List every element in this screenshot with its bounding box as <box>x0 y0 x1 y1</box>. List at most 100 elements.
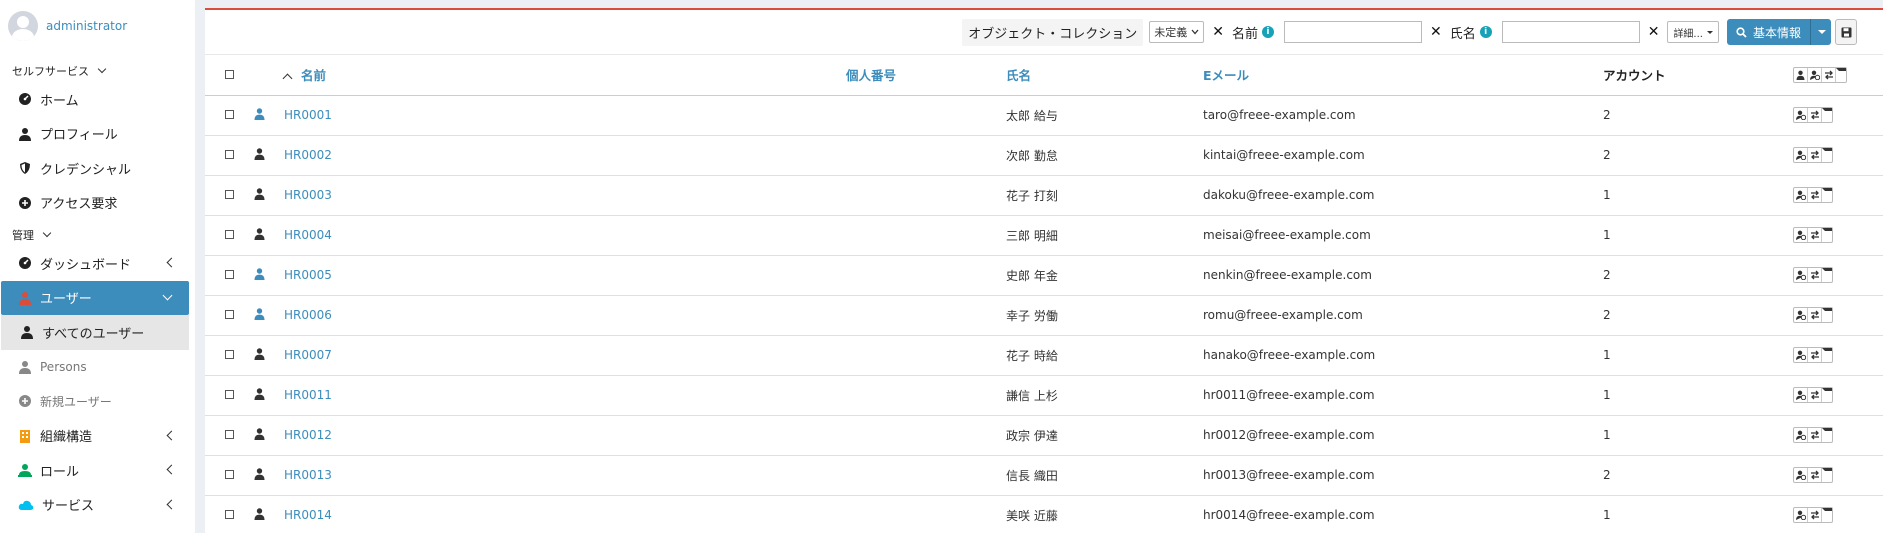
table-row[interactable]: HR0001 太郎 給与 taro@freee-example.com 2 <box>205 95 1883 136</box>
nav-credential[interactable]: クレデンシャル <box>0 151 195 186</box>
exchange-icon[interactable] <box>1808 188 1822 202</box>
caret-down-icon[interactable] <box>1822 508 1832 522</box>
user-lock-icon[interactable] <box>1794 508 1808 522</box>
row-checkbox[interactable] <box>225 230 234 239</box>
user-name-link[interactable]: HR0001 <box>284 108 332 122</box>
basic-info-dropdown-toggle[interactable] <box>1811 19 1831 45</box>
clear-fullname-icon[interactable]: ✕ <box>1648 24 1660 40</box>
details-dropdown[interactable]: 詳細... <box>1667 21 1719 43</box>
user-lock-icon[interactable] <box>1794 468 1808 482</box>
nav-persons[interactable]: Persons <box>0 350 195 385</box>
admin-header[interactable]: 管理 <box>0 224 195 246</box>
nav-users[interactable]: ユーザー <box>1 280 189 315</box>
col-header-email[interactable]: Eメール <box>1203 55 1603 96</box>
basic-info-button[interactable]: 基本情報 <box>1726 19 1831 45</box>
caret-down-icon[interactable] <box>1822 468 1832 482</box>
save-button[interactable] <box>1835 19 1857 45</box>
user-name-link[interactable]: HR0011 <box>284 388 332 402</box>
clear-collection-icon[interactable]: ✕ <box>1212 24 1224 40</box>
table-row[interactable]: HR0012 政宗 伊達 hr0012@freee-example.com 1 <box>205 415 1883 456</box>
row-checkbox[interactable] <box>225 470 234 479</box>
user-panel[interactable]: administrator <box>0 0 195 52</box>
caret-down-icon[interactable] <box>1822 388 1832 402</box>
clear-name-icon[interactable]: ✕ <box>1430 24 1442 40</box>
exchange-icon[interactable] <box>1808 228 1822 242</box>
caret-down-icon[interactable] <box>1836 67 1846 82</box>
user-name-link[interactable]: HR0005 <box>284 268 332 282</box>
user-lock-icon[interactable] <box>1794 348 1808 362</box>
table-row[interactable]: HR0011 謙信 上杉 hr0011@freee-example.com 1 <box>205 375 1883 416</box>
selfservice-header[interactable]: セルフサービス <box>0 60 195 82</box>
nav-role[interactable]: ロール <box>0 453 195 488</box>
info-icon[interactable]: i <box>1479 26 1492 38</box>
exchange-icon[interactable] <box>1808 388 1822 402</box>
exchange-icon[interactable] <box>1808 108 1822 122</box>
user-lock-icon[interactable] <box>1794 148 1808 162</box>
table-row[interactable]: HR0013 信長 織田 hr0013@freee-example.com 2 <box>205 455 1883 496</box>
user-name-link[interactable]: HR0012 <box>284 428 332 442</box>
select-all-checkbox[interactable] <box>225 70 234 80</box>
row-checkbox[interactable] <box>225 190 234 199</box>
info-icon[interactable]: i <box>1261 26 1274 38</box>
caret-down-icon[interactable] <box>1822 228 1832 242</box>
caret-down-icon[interactable] <box>1822 308 1832 322</box>
exchange-icon[interactable] <box>1808 428 1822 442</box>
nav-service[interactable]: サービス <box>0 488 195 523</box>
table-row[interactable]: HR0005 史郎 年金 nenkin@freee-example.com 2 <box>205 255 1883 296</box>
username[interactable]: administrator <box>46 19 127 33</box>
nav-access-request[interactable]: アクセス要求 <box>0 186 195 221</box>
row-checkbox[interactable] <box>225 270 234 279</box>
user-lock-icon[interactable] <box>1794 188 1808 202</box>
col-header-name[interactable]: 名前 <box>282 55 846 96</box>
caret-down-icon[interactable] <box>1822 268 1832 282</box>
fullname-filter-input[interactable] <box>1501 21 1640 43</box>
row-checkbox[interactable] <box>225 110 234 119</box>
col-header-personal-number[interactable]: 個人番号 <box>846 55 1006 96</box>
user-filter-icon[interactable] <box>1794 67 1808 82</box>
table-row[interactable]: HR0002 次郎 勤怠 kintai@freee-example.com 2 <box>205 135 1883 176</box>
nav-all-users[interactable]: すべてのユーザー <box>1 315 189 350</box>
caret-down-icon[interactable] <box>1822 428 1832 442</box>
row-checkbox[interactable] <box>225 150 234 159</box>
nav-home[interactable]: ホーム <box>0 82 195 117</box>
nav-profile[interactable]: プロフィール <box>0 117 195 152</box>
table-row[interactable]: HR0004 三郎 明細 meisai@freee-example.com 1 <box>205 215 1883 256</box>
exchange-icon[interactable] <box>1808 468 1822 482</box>
user-name-link[interactable]: HR0014 <box>284 508 332 522</box>
nav-new-user[interactable]: 新規ユーザー <box>0 384 195 419</box>
user-name-link[interactable]: HR0003 <box>284 188 332 202</box>
exchange-icon[interactable] <box>1822 67 1836 82</box>
row-checkbox[interactable] <box>225 310 234 319</box>
exchange-icon[interactable] <box>1808 268 1822 282</box>
row-checkbox[interactable] <box>225 430 234 439</box>
exchange-icon[interactable] <box>1808 348 1822 362</box>
caret-down-icon[interactable] <box>1822 148 1832 162</box>
user-lock-icon[interactable] <box>1808 67 1822 82</box>
col-header-full-name[interactable]: 氏名 <box>1006 55 1203 96</box>
nav-org[interactable]: 組織構造 <box>0 419 195 454</box>
table-row[interactable]: HR0007 花子 時給 hanako@freee-example.com 1 <box>205 335 1883 376</box>
user-name-link[interactable]: HR0013 <box>284 468 332 482</box>
row-checkbox[interactable] <box>225 350 234 359</box>
user-name-link[interactable]: HR0002 <box>284 148 332 162</box>
name-filter-input[interactable] <box>1283 21 1422 43</box>
object-collection-select[interactable]: 未定義 <box>1149 21 1205 43</box>
user-name-link[interactable]: HR0006 <box>284 308 332 322</box>
user-lock-icon[interactable] <box>1794 428 1808 442</box>
exchange-icon[interactable] <box>1808 308 1822 322</box>
exchange-icon[interactable] <box>1808 148 1822 162</box>
user-name-link[interactable]: HR0007 <box>284 348 332 362</box>
row-checkbox[interactable] <box>225 510 234 519</box>
basic-search-button[interactable]: 基本情報 <box>1727 19 1811 45</box>
user-name-link[interactable]: HR0004 <box>284 228 332 242</box>
user-lock-icon[interactable] <box>1794 268 1808 282</box>
user-lock-icon[interactable] <box>1794 108 1808 122</box>
user-lock-icon[interactable] <box>1794 388 1808 402</box>
user-lock-icon[interactable] <box>1794 228 1808 242</box>
user-lock-icon[interactable] <box>1794 308 1808 322</box>
caret-down-icon[interactable] <box>1822 188 1832 202</box>
table-row[interactable]: HR0003 花子 打刻 dakoku@freee-example.com 1 <box>205 175 1883 216</box>
row-checkbox[interactable] <box>225 390 234 399</box>
table-row[interactable]: HR0014 美咲 近藤 hr0014@freee-example.com 1 <box>205 495 1883 533</box>
nav-dashboard[interactable]: ダッシュボード <box>0 246 195 281</box>
